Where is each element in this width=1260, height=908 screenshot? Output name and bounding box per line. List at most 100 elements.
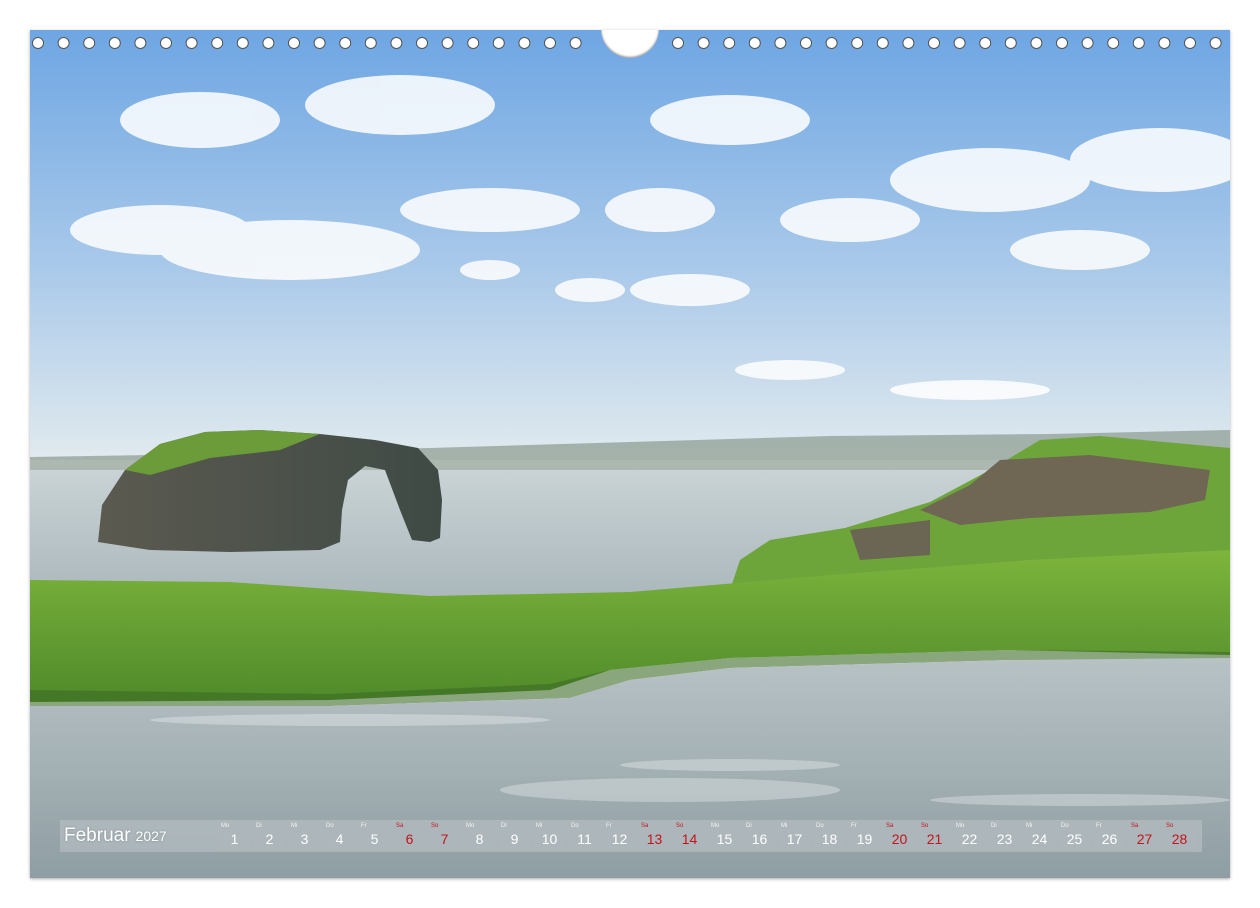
weekday-abbr: Do (326, 823, 334, 829)
weekday-abbr: Mo (711, 823, 720, 829)
binding-ring (825, 37, 838, 49)
binding-ring (1184, 37, 1196, 49)
day-cell: Di 23 (988, 822, 1021, 850)
day-cell: Sa 20 (883, 822, 916, 850)
weekday-abbr: Mi (1026, 823, 1033, 829)
binding-ring (1209, 37, 1222, 49)
weekday-abbr: Sa (641, 823, 649, 829)
day-number: 13 (646, 831, 663, 847)
day-cell: Fr 26 (1093, 822, 1126, 850)
day-number: 23 (996, 831, 1013, 847)
binding-ring (953, 37, 966, 49)
day-number: 6 (405, 831, 414, 847)
day-number: 14 (681, 831, 698, 847)
day-cell: Do 11 (568, 822, 601, 850)
weekday-abbr: Mi (781, 823, 788, 829)
weekday-abbr: Di (501, 823, 507, 829)
binding-ring (416, 37, 428, 49)
day-cell: Mo 22 (953, 822, 986, 850)
weekday-abbr: Fr (1096, 823, 1102, 829)
weekday-abbr: Mi (291, 823, 298, 829)
binding-ring (441, 37, 454, 49)
binding-ring (1132, 37, 1145, 49)
binding-ring (390, 37, 403, 49)
binding-ring (1081, 37, 1094, 49)
binding-ring (32, 37, 44, 49)
day-cell: Mi 10 (533, 822, 566, 850)
day-number: 16 (751, 831, 768, 847)
binding-ring (236, 37, 249, 49)
weekday-abbr: Do (1061, 823, 1069, 829)
weekday-abbr: Sa (886, 823, 894, 829)
weekday-abbr: Mo (466, 823, 475, 829)
day-cell: Mi 24 (1023, 822, 1056, 850)
day-cell: Mo 1 (218, 822, 251, 850)
binding-ring (569, 37, 582, 49)
day-number: 12 (611, 831, 628, 847)
day-number: 19 (856, 831, 873, 847)
weekday-abbr: So (676, 823, 684, 829)
day-number: 4 (335, 831, 344, 847)
day-number: 21 (926, 831, 943, 847)
month-label: Februar 2027 (60, 825, 218, 847)
binding-ring (313, 37, 326, 49)
binding-ring (800, 37, 812, 49)
binding-ring (492, 37, 505, 49)
day-cell: Fr 5 (358, 822, 391, 850)
binding-ring (928, 37, 940, 49)
binding-ring (979, 37, 992, 49)
binding-ring (211, 37, 224, 49)
month-year: 2027 (135, 828, 167, 844)
day-number: 25 (1066, 831, 1083, 847)
day-cell: Di 2 (253, 822, 286, 850)
day-number: 18 (821, 831, 838, 847)
weekday-abbr: Sa (396, 823, 404, 829)
day-number: 1 (230, 831, 239, 847)
weekday-abbr: Mo (956, 823, 965, 829)
weekday-abbr: Fr (361, 823, 367, 829)
day-cell: Mo 8 (463, 822, 496, 850)
weekday-abbr: Fr (851, 823, 857, 829)
day-number: 20 (891, 831, 908, 847)
weekday-abbr: Di (256, 823, 262, 829)
day-cells: Mo 1 Di 2 Mi 3 Do 4 Fr 5 Sa 6 So 7 Mo 8 Di 9 Mi 10 Do 11 Fr 12 S… (218, 822, 1202, 850)
binding-ring (1004, 37, 1017, 49)
month-name: Februar (64, 825, 131, 846)
binding-ring (364, 37, 377, 49)
day-cell: So 14 (673, 822, 706, 850)
binding-ring (672, 37, 684, 49)
binding-ring (57, 37, 70, 49)
day-number: 26 (1101, 831, 1118, 847)
day-number: 3 (300, 831, 309, 847)
day-number: 9 (510, 831, 519, 847)
day-cell: So 21 (918, 822, 951, 850)
binding-ring (851, 37, 864, 49)
binding-ring (467, 37, 480, 49)
day-number: 17 (786, 831, 803, 847)
day-cell: Fr 19 (848, 822, 881, 850)
day-cell: Do 25 (1058, 822, 1091, 850)
binding-ring (108, 37, 121, 49)
binding-ring (1107, 37, 1120, 49)
day-number: 15 (716, 831, 733, 847)
binding-ring (339, 37, 352, 49)
binding-ring (544, 37, 556, 49)
binding-ring (262, 37, 275, 49)
calendar-page: Februar 2027 Mo 1 Di 2 Mi 3 Do 4 Fr 5 Sa 6 So 7 Mo 8 Di 9… (30, 30, 1230, 878)
day-number: 27 (1136, 831, 1153, 847)
day-number: 22 (961, 831, 978, 847)
binding-ring (774, 37, 787, 49)
day-cell: Do 4 (323, 822, 356, 850)
day-cell: Sa 6 (393, 822, 426, 850)
day-cell: Fr 12 (603, 822, 636, 850)
binding-ring (748, 37, 761, 49)
binding-ring (134, 37, 147, 49)
binding-ring (876, 37, 889, 49)
day-number: 7 (440, 831, 449, 847)
day-number: 8 (475, 831, 484, 847)
day-cell: Sa 27 (1128, 822, 1161, 850)
binding-ring (83, 37, 96, 49)
binding-ring (288, 37, 300, 49)
day-number: 24 (1031, 831, 1048, 847)
weekday-abbr: Mo (221, 823, 230, 829)
